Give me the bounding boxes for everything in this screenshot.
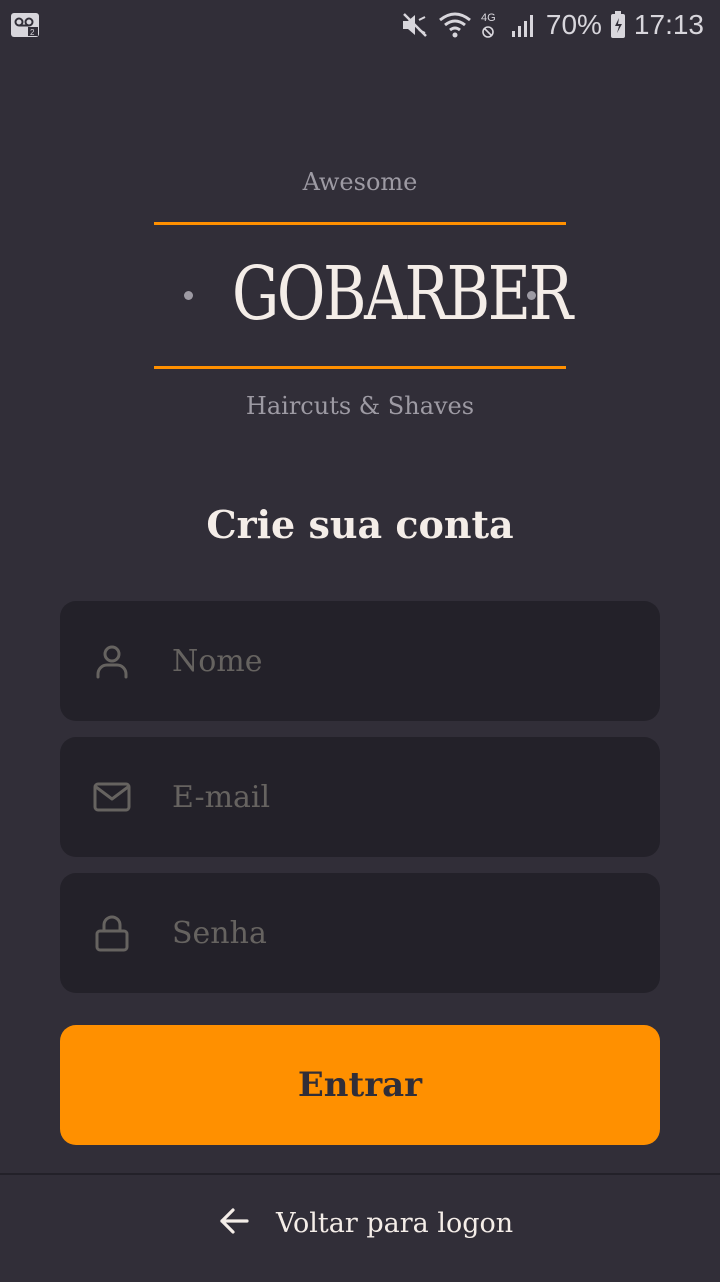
lock-icon <box>92 913 132 953</box>
logo-tagline-top: Awesome <box>302 168 418 196</box>
clock: 17:13 <box>633 9 704 40</box>
submit-button[interactable]: Entrar <box>60 1025 660 1145</box>
battery-icon <box>610 11 626 39</box>
name-field[interactable] <box>60 601 660 721</box>
back-to-logon-link[interactable]: Voltar para logon <box>216 1203 513 1243</box>
svg-text:2: 2 <box>30 28 35 37</box>
voicemail-icon: 2 <box>10 12 40 42</box>
email-field[interactable] <box>60 737 660 857</box>
battery-percent: 70% <box>545 9 602 40</box>
network-4g-icon: 4G <box>480 10 502 40</box>
page-title: Crie sua conta <box>206 502 514 547</box>
wifi-icon <box>438 11 472 39</box>
back-to-logon-label: Voltar para logon <box>276 1207 514 1239</box>
mute-icon <box>400 11 430 39</box>
logo-wordmark: GOBARBER <box>232 251 573 337</box>
signal-icon <box>510 11 538 39</box>
status-bar: 2 4G 70% 17:13 <box>0 0 720 50</box>
password-field[interactable] <box>60 873 660 993</box>
password-input[interactable] <box>172 903 632 963</box>
logo-divider-top <box>154 222 566 225</box>
logo-divider-bottom <box>154 366 566 369</box>
arrow-left-icon <box>216 1203 252 1243</box>
logo-tagline-bottom: Haircuts & Shaves <box>245 392 475 420</box>
logo-dot-left <box>184 291 193 300</box>
user-icon <box>92 641 132 681</box>
email-input[interactable] <box>172 767 632 827</box>
network-label: 4G <box>481 12 496 24</box>
logo-dot-right <box>527 291 536 300</box>
footer-bar: Voltar para logon <box>0 1173 720 1282</box>
mail-icon <box>92 777 132 817</box>
name-input[interactable] <box>172 631 632 691</box>
